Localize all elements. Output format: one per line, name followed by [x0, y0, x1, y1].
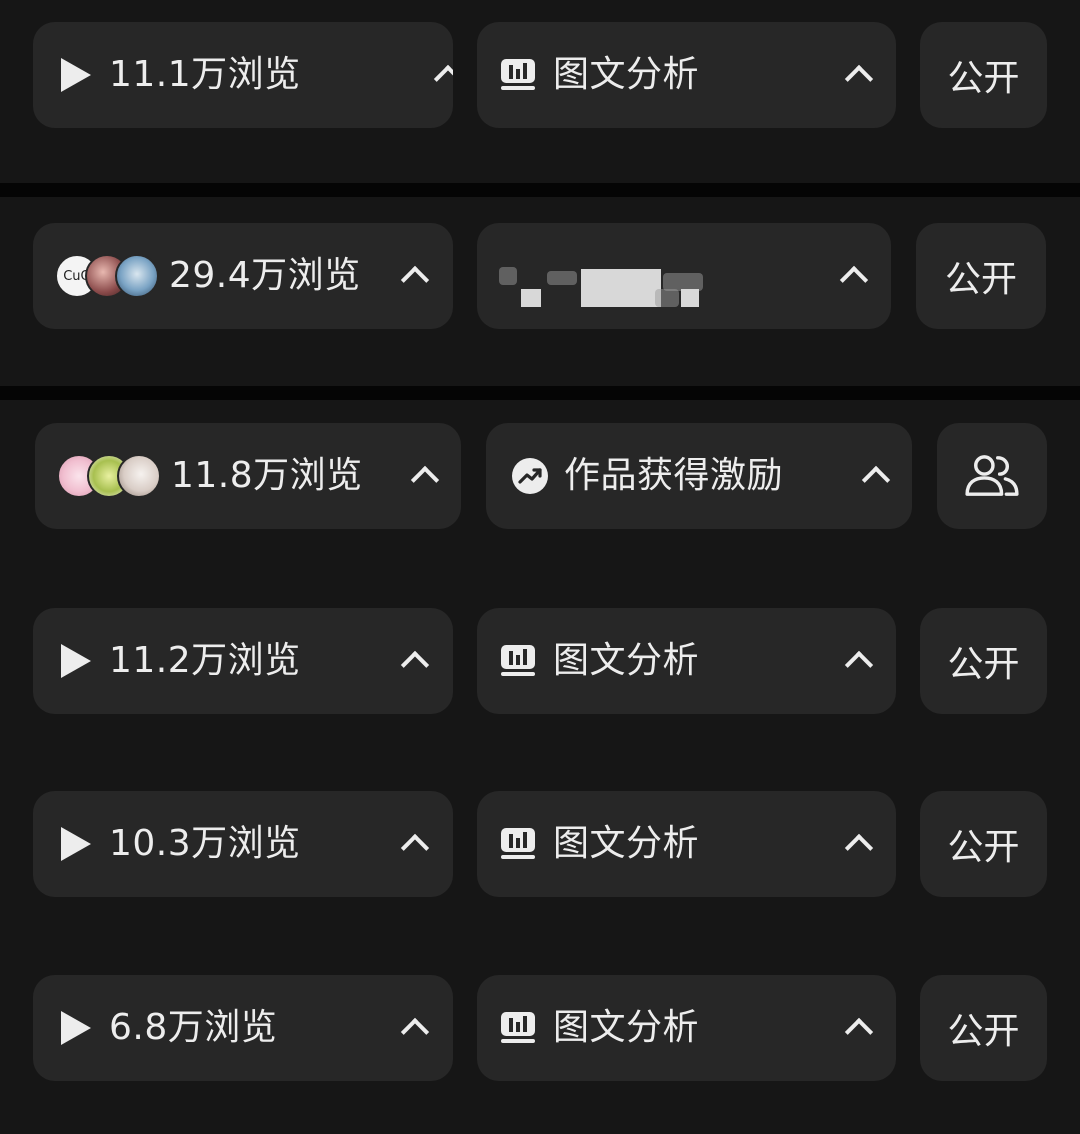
views-label: 11.2万浏览	[109, 640, 301, 681]
chevron-up-icon	[400, 650, 430, 680]
avatar-stack: CuO	[55, 254, 159, 298]
analysis-label: 图文分析	[553, 54, 700, 95]
bar-chart-icon	[501, 645, 535, 676]
visibility-label: 公开	[947, 58, 1020, 99]
analysis-label: 图文分析	[553, 640, 700, 681]
analysis-button[interactable]: 图文分析	[477, 791, 896, 897]
chevron-up-icon	[400, 265, 430, 295]
avatar	[117, 454, 161, 498]
redacted-title	[477, 223, 837, 329]
analysis-label: 图文分析	[553, 823, 700, 864]
chevron-up-icon	[844, 64, 874, 94]
play-icon	[61, 827, 91, 861]
chevron-up-icon	[861, 465, 891, 495]
visibility-button[interactable]: 公开	[920, 975, 1047, 1081]
section-divider	[0, 386, 1080, 400]
visibility-label: 公开	[947, 1011, 1020, 1052]
bar-chart-icon	[501, 828, 535, 859]
bar-chart-icon	[501, 1012, 535, 1043]
section-divider	[0, 183, 1080, 197]
chevron-up-icon	[844, 833, 874, 863]
visibility-button[interactable]: 公开	[916, 223, 1046, 329]
visibility-label: 公开	[947, 827, 1020, 868]
views-label: 11.8万浏览	[171, 455, 363, 496]
visibility-label: 公开	[944, 259, 1017, 300]
chevron-up-icon	[844, 650, 874, 680]
chevron-up-icon	[839, 265, 869, 295]
analysis-button[interactable]: 图文分析	[477, 22, 896, 128]
views-button[interactable]: 11.1万浏览	[33, 22, 453, 128]
trending-up-icon	[512, 458, 548, 494]
analysis-label: 图文分析	[553, 1007, 700, 1048]
analysis-button[interactable]: 图文分析	[477, 975, 896, 1081]
analysis-button[interactable]: 图文分析	[477, 608, 896, 714]
bar-chart-icon	[501, 59, 535, 90]
play-icon	[61, 1011, 91, 1045]
views-label: 10.3万浏览	[109, 823, 301, 864]
views-button[interactable]: 11.8万浏览	[35, 423, 461, 529]
play-icon	[61, 58, 91, 92]
visibility-button[interactable]: 公开	[920, 22, 1047, 128]
chevron-up-icon	[400, 833, 430, 863]
visibility-label: 公开	[947, 644, 1020, 685]
people-icon	[965, 455, 1019, 496]
views-label: 11.1万浏览	[109, 54, 301, 95]
views-button[interactable]: CuO 29.4万浏览	[33, 223, 453, 329]
views-label: 29.4万浏览	[169, 255, 361, 296]
avatar-stack	[57, 454, 161, 498]
chevron-up-icon	[433, 64, 453, 94]
visibility-button[interactable]: 公开	[920, 791, 1047, 897]
chevron-up-icon	[844, 1017, 874, 1047]
visibility-button[interactable]: 公开	[920, 608, 1047, 714]
views-label: 6.8万浏览	[109, 1007, 278, 1048]
play-icon	[61, 644, 91, 678]
visibility-button[interactable]	[937, 423, 1047, 529]
views-button[interactable]: 6.8万浏览	[33, 975, 453, 1081]
avatar	[115, 254, 159, 298]
views-button[interactable]: 11.2万浏览	[33, 608, 453, 714]
chevron-up-icon	[410, 465, 440, 495]
analysis-button[interactable]	[477, 223, 891, 329]
analysis-label: 作品获得激励	[564, 455, 784, 496]
chevron-up-icon	[400, 1017, 430, 1047]
views-button[interactable]: 10.3万浏览	[33, 791, 453, 897]
analysis-button[interactable]: 作品获得激励	[486, 423, 912, 529]
